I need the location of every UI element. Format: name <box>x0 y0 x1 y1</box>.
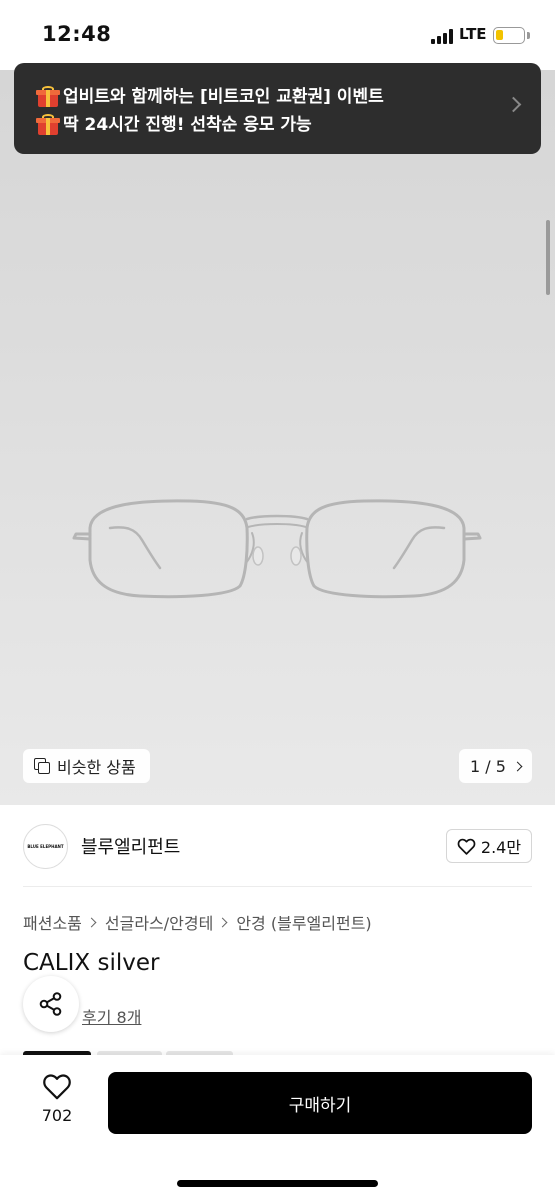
store-like-count: 2.4만 <box>480 838 522 857</box>
wishlist-button[interactable]: 702 <box>27 1073 87 1125</box>
store-logo-text: BLUE ELEPHANT <box>27 844 64 849</box>
stack-icon <box>34 758 51 774</box>
scrollbar-thumb[interactable] <box>546 220 550 295</box>
status-bar: 12:48 LTE <box>0 0 555 70</box>
promo-line-1: 업비트와 함께하는 [비트코인 교환권] 이벤트 <box>36 83 541 111</box>
status-time: 12:48 <box>42 22 112 46</box>
battery-icon <box>493 27 525 44</box>
home-indicator[interactable] <box>177 1180 378 1187</box>
chevron-right-icon <box>217 917 228 927</box>
share-icon <box>39 992 62 1016</box>
heart-icon <box>457 838 476 855</box>
promo-text-1: 업비트와 함께하는 [비트코인 교환권] 이벤트 <box>63 87 384 107</box>
share-button[interactable] <box>23 976 79 1032</box>
breadcrumb-item[interactable]: 선글라스/안경테 <box>105 910 213 934</box>
promo-line-2: 딱 24시간 진행! 선착순 응모 가능 <box>36 111 541 139</box>
image-pager-button[interactable]: 1 / 5 <box>459 749 532 783</box>
store-logo[interactable]: BLUE ELEPHANT <box>23 824 68 869</box>
gift-icon <box>36 114 60 136</box>
signal-icon <box>431 28 455 44</box>
network-label: LTE <box>459 25 487 43</box>
chevron-right-icon <box>86 917 97 927</box>
product-image[interactable] <box>0 70 555 805</box>
chevron-right-icon <box>512 761 523 771</box>
heart-icon <box>43 1074 71 1100</box>
similar-products-label: 비슷한 상품 <box>57 758 136 777</box>
review-link[interactable]: 후기 8개 <box>82 1004 141 1028</box>
wishlist-count: 702 <box>41 1106 73 1125</box>
glasses-image <box>72 499 482 599</box>
promo-banner[interactable]: 업비트와 함께하는 [비트코인 교환권] 이벤트 딱 24시간 진행! 선착순 … <box>14 63 541 154</box>
promo-text-2: 딱 24시간 진행! 선착순 응모 가능 <box>63 115 312 135</box>
product-title: CALIX silver <box>23 950 160 976</box>
divider <box>23 886 532 887</box>
gift-icon <box>36 86 60 108</box>
image-pager-label: 1 / 5 <box>470 756 506 776</box>
buy-button[interactable]: 구매하기 <box>108 1072 532 1134</box>
breadcrumb: 패션소품 선글라스/안경테 안경 (블루엘리펀트) <box>23 910 372 934</box>
breadcrumb-item[interactable]: 패션소품 <box>23 910 82 934</box>
breadcrumb-item[interactable]: 안경 (블루엘리펀트) <box>236 910 371 934</box>
store-like-button[interactable]: 2.4만 <box>446 829 532 863</box>
battery-tip <box>527 32 530 39</box>
store-name[interactable]: 블루엘리펀트 <box>81 833 180 859</box>
similar-products-button[interactable]: 비슷한 상품 <box>23 749 150 783</box>
